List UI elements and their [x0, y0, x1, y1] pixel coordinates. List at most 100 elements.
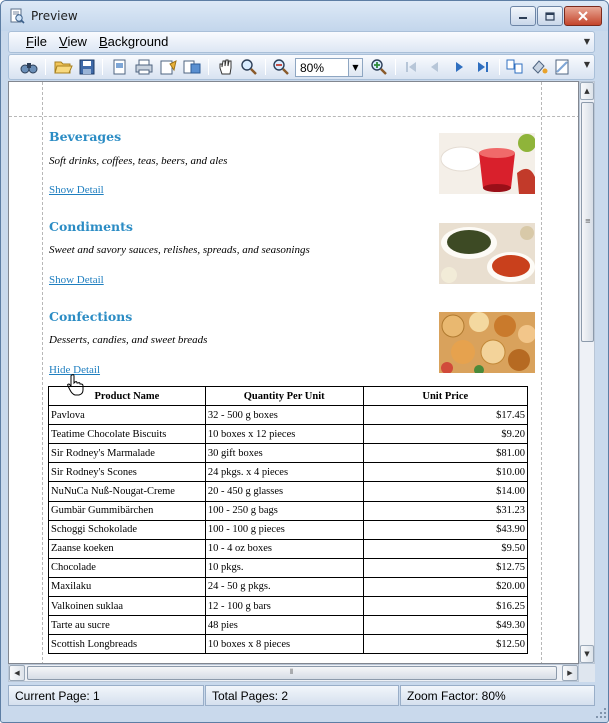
- product-name: Zaanse koeken: [48, 538, 206, 559]
- save-icon[interactable]: [77, 58, 97, 76]
- chevron-down-icon: ▼: [352, 63, 359, 72]
- show-detail-link[interactable]: Show Detail: [49, 184, 104, 196]
- quick-print-icon[interactable]: [158, 58, 178, 76]
- grip-icon: ⦀: [290, 668, 294, 676]
- product-name: Sir Rodney's Scones: [48, 462, 206, 483]
- category-title: Beverages: [49, 129, 122, 144]
- scroll-down-button[interactable]: ▼: [580, 645, 594, 663]
- table-row: Pavlova 32 - 500 g boxes $17.45: [48, 405, 529, 426]
- close-icon: [578, 11, 588, 21]
- page-setup-icon[interactable]: [110, 58, 130, 76]
- product-name: Scottish Longbreads: [48, 634, 206, 655]
- toolbar-separator: [395, 59, 396, 75]
- table-row: NuNuCa Nuß-Nougat-Creme 20 - 450 g glass…: [48, 481, 529, 502]
- table-row: Sir Rodney's Scones 24 pkgs. x 4 pieces …: [48, 462, 529, 483]
- vertical-scrollbar[interactable]: ▲ ≡ ▼: [579, 81, 595, 664]
- zoom-out-icon[interactable]: [271, 58, 291, 76]
- zoom-dropdown-button[interactable]: ▼: [348, 59, 362, 76]
- vertical-scroll-thumb[interactable]: ≡: [581, 102, 594, 342]
- zoom-value: 80%: [300, 61, 325, 75]
- magnifier-icon[interactable]: [239, 58, 259, 76]
- previous-page-icon[interactable]: [425, 58, 445, 76]
- quantity-per-unit: 12 - 100 g bars: [204, 596, 364, 617]
- chevron-up-icon: ▲: [584, 87, 590, 95]
- quantity-per-unit: 24 - 50 g pkgs.: [204, 576, 364, 598]
- menubar-overflow-icon[interactable]: ▼: [582, 35, 592, 49]
- toolbar-separator: [265, 59, 266, 75]
- quantity-per-unit: 30 gift boxes: [204, 443, 364, 464]
- unit-price: $16.25: [362, 596, 529, 617]
- zoom-in-icon[interactable]: [369, 58, 389, 76]
- next-page-icon[interactable]: [449, 58, 469, 76]
- product-name: Maxilaku: [48, 576, 206, 598]
- product-name: Gumbär Gummibärchen: [48, 500, 206, 521]
- watermark-icon[interactable]: [553, 58, 573, 76]
- toolbar-separator: [208, 59, 209, 75]
- status-total-pages: Total Pages: 2: [205, 685, 399, 706]
- quantity-per-unit: 24 pkgs. x 4 pieces: [204, 462, 364, 483]
- document-preview[interactable]: Beverages Soft drinks, coffees, teas, be…: [8, 81, 579, 664]
- maximize-button[interactable]: [537, 6, 563, 26]
- unit-price: $14.00: [362, 481, 529, 502]
- unit-price: $10.00: [362, 462, 529, 483]
- resize-grip-icon[interactable]: [595, 707, 607, 719]
- product-name: Chocolade: [48, 557, 206, 578]
- multiple-pages-icon[interactable]: [505, 58, 525, 76]
- status-zoom-factor: Zoom Factor: 80%: [400, 685, 595, 706]
- background-color-icon[interactable]: [529, 58, 549, 76]
- product-name: Teatime Chocolate Biscuits: [48, 424, 206, 445]
- product-name: Schoggi Schokolade: [48, 519, 206, 540]
- quantity-per-unit: 32 - 500 g boxes: [204, 405, 364, 426]
- table-header-row: Product Name Quantity Per Unit Unit Pric…: [48, 385, 529, 407]
- close-button[interactable]: [564, 6, 602, 26]
- quantity-per-unit: 10 boxes x 12 pieces: [204, 424, 364, 445]
- first-page-icon[interactable]: [401, 58, 421, 76]
- quantity-per-unit: 100 - 100 g pieces: [204, 519, 364, 540]
- menu-background[interactable]: Background: [99, 34, 168, 49]
- column-header: Quantity Per Unit: [204, 385, 364, 407]
- horizontal-scroll-thumb[interactable]: ⦀: [27, 666, 557, 680]
- horizontal-scrollbar[interactable]: ◀ ⦀ ▶: [8, 664, 579, 682]
- page-margin-top: [9, 116, 578, 117]
- quantity-per-unit: 100 - 250 g bags: [204, 500, 364, 521]
- unit-price: $12.75: [362, 557, 529, 578]
- print-icon[interactable]: [134, 58, 154, 76]
- quantity-per-unit: 10 boxes x 8 pieces: [204, 634, 364, 655]
- table-row: Schoggi Schokolade 100 - 100 g pieces $4…: [48, 519, 529, 540]
- window-title: Preview: [31, 9, 78, 23]
- minimize-button[interactable]: [510, 6, 536, 26]
- unit-price: $12.50: [362, 634, 529, 655]
- product-name: Pavlova: [48, 405, 206, 426]
- status-current-page: Current Page: 1: [8, 685, 204, 706]
- menu-bar: File View Background ▼: [8, 31, 595, 53]
- maximize-icon: [545, 11, 555, 21]
- grip-icon: ≡: [585, 217, 591, 225]
- last-page-icon[interactable]: [473, 58, 493, 76]
- table-row: Tarte au sucre 48 pies $49.30: [48, 615, 529, 636]
- menu-view[interactable]: View: [59, 34, 87, 49]
- export-icon[interactable]: [182, 58, 202, 76]
- hand-tool-icon[interactable]: [216, 58, 236, 76]
- show-detail-link[interactable]: Show Detail: [49, 274, 104, 286]
- toolbar-separator: [102, 59, 103, 75]
- toolbar-separator: [499, 59, 500, 75]
- toolbar: 80% ▼ ▼: [8, 54, 595, 80]
- scroll-right-button[interactable]: ▶: [562, 665, 578, 681]
- find-icon[interactable]: [19, 58, 39, 76]
- column-header: Product Name: [48, 385, 206, 407]
- table-row: Teatime Chocolate Biscuits 10 boxes x 12…: [48, 424, 529, 445]
- open-icon[interactable]: [53, 58, 73, 76]
- category-description: Sweet and savory sauces, relishes, sprea…: [49, 244, 310, 256]
- scroll-left-button[interactable]: ◀: [9, 665, 25, 681]
- unit-price: $9.50: [362, 538, 529, 559]
- scroll-up-button[interactable]: ▲: [580, 82, 594, 100]
- table-row: Valkoinen suklaa 12 - 100 g bars $16.25: [48, 596, 529, 617]
- table-row: Gumbär Gummibärchen 100 - 250 g bags $31…: [48, 500, 529, 521]
- category-description: Soft drinks, coffees, teas, beers, and a…: [49, 155, 228, 167]
- toolbar-overflow-icon[interactable]: ▼: [582, 58, 592, 72]
- menu-file[interactable]: File: [26, 34, 47, 49]
- product-name: Valkoinen suklaa: [48, 596, 206, 617]
- chevron-right-icon: ▶: [567, 669, 573, 677]
- title-bar[interactable]: Preview: [1, 1, 608, 31]
- preview-app-icon: [10, 8, 25, 24]
